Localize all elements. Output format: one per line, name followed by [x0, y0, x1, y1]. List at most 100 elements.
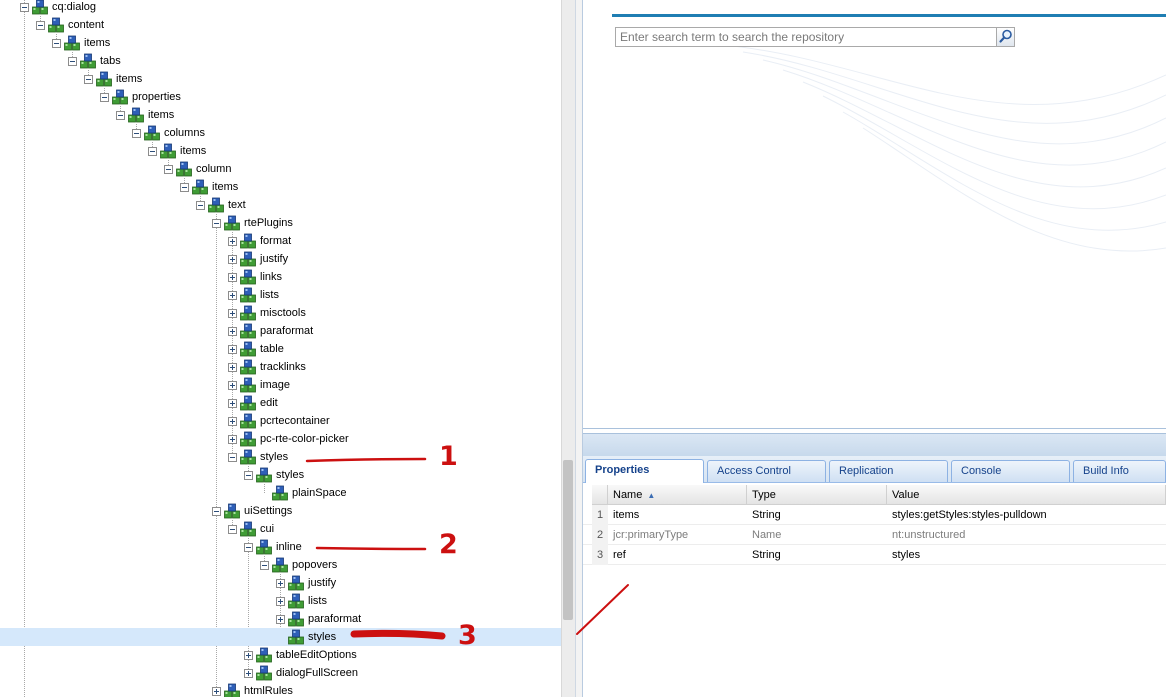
column-header-type[interactable]: Type: [747, 485, 887, 505]
collapse-minus-icon[interactable]: [164, 164, 173, 174]
expand-plus-icon[interactable]: [228, 326, 237, 336]
node-icon: [272, 485, 288, 501]
tree-node-plainspace[interactable]: plainSpace: [260, 484, 346, 502]
tree-node-table[interactable]: table: [228, 340, 284, 358]
expand-plus-icon[interactable]: [228, 398, 237, 408]
column-header-name[interactable]: Name ▲: [608, 485, 747, 505]
tree-scrollbar-thumb[interactable]: [563, 460, 573, 620]
tree-node-dialogfullscreen[interactable]: dialogFullScreen: [244, 664, 358, 682]
collapse-minus-icon[interactable]: [180, 182, 189, 192]
tab-properties[interactable]: Properties: [585, 459, 704, 483]
tree-node-label: image: [260, 379, 290, 391]
search-button[interactable]: [997, 27, 1015, 47]
collapse-minus-icon[interactable]: [52, 38, 61, 48]
tree-node-justify[interactable]: justify: [228, 250, 288, 268]
expand-plus-icon[interactable]: [228, 344, 237, 354]
collapse-minus-icon[interactable]: [84, 74, 93, 84]
tree-node-items[interactable]: items: [148, 142, 206, 160]
collapse-minus-icon[interactable]: [20, 2, 29, 12]
tree-node-justify[interactable]: justify: [276, 574, 336, 592]
expand-plus-icon[interactable]: [228, 272, 237, 282]
collapse-minus-icon[interactable]: [260, 560, 269, 570]
tree-node-tabs[interactable]: tabs: [68, 52, 121, 70]
tab-build-info[interactable]: Build Info: [1073, 460, 1166, 482]
collapse-minus-icon[interactable]: [244, 542, 253, 552]
tree-node-paraformat[interactable]: paraformat: [228, 322, 313, 340]
tab-console[interactable]: Console: [951, 460, 1070, 482]
node-icon: [272, 557, 288, 573]
tree-node-items[interactable]: items: [180, 178, 238, 196]
expand-plus-icon[interactable]: [228, 254, 237, 264]
tree-node-items[interactable]: items: [52, 34, 110, 52]
table-row[interactable]: 2 jcr:primaryType Name nt:unstructured: [583, 525, 1166, 545]
tree-node-columns[interactable]: columns: [132, 124, 205, 142]
collapse-minus-icon[interactable]: [228, 452, 237, 462]
tab-access-control[interactable]: Access Control: [707, 460, 826, 482]
table-row[interactable]: 1 items String styles:getStyles:styles-p…: [583, 505, 1166, 525]
expand-plus-icon[interactable]: [228, 290, 237, 300]
repository-search-input[interactable]: [615, 27, 997, 47]
expand-plus-icon[interactable]: [228, 416, 237, 426]
expand-plus-icon[interactable]: [228, 308, 237, 318]
expand-plus-icon[interactable]: [276, 596, 285, 606]
tree-node-paraformat[interactable]: paraformat: [276, 610, 361, 628]
tree-node-lists[interactable]: lists: [228, 286, 279, 304]
tree-node-styles[interactable]: styles: [0, 628, 561, 646]
tree-node-pc-rte-color-picker[interactable]: pc-rte-color-picker: [228, 430, 349, 448]
panel-collapse-bar[interactable]: [583, 433, 1166, 457]
tree-node-items[interactable]: items: [116, 106, 174, 124]
tree-node-edit[interactable]: edit: [228, 394, 278, 412]
expand-plus-icon[interactable]: [276, 578, 285, 588]
expand-plus-icon[interactable]: [244, 668, 253, 678]
collapse-minus-icon[interactable]: [244, 470, 253, 480]
tree-node-tracklinks[interactable]: tracklinks: [228, 358, 306, 376]
expand-plus-icon[interactable]: [228, 362, 237, 372]
collapse-minus-icon[interactable]: [228, 524, 237, 534]
tree-node-inline[interactable]: inline: [244, 538, 302, 556]
tree-node-misctools[interactable]: misctools: [228, 304, 306, 322]
tab-replication[interactable]: Replication: [829, 460, 948, 482]
tree-node-column[interactable]: column: [164, 160, 231, 178]
tree-node-label: styles: [308, 631, 337, 643]
collapse-minus-icon[interactable]: [116, 110, 125, 120]
collapse-minus-icon[interactable]: [132, 128, 141, 138]
tree-node-format[interactable]: format: [228, 232, 291, 250]
column-header-value[interactable]: Value: [887, 485, 1166, 505]
tree-node-cq:dialog[interactable]: cq:dialog: [20, 0, 96, 16]
tree-node-text[interactable]: text: [196, 196, 246, 214]
collapse-minus-icon[interactable]: [212, 506, 221, 516]
tree-node-tableeditoptions[interactable]: tableEditOptions: [244, 646, 357, 664]
tree-node-lists[interactable]: lists: [276, 592, 327, 610]
tree-node-properties[interactable]: properties: [100, 88, 181, 106]
collapse-minus-icon[interactable]: [100, 92, 109, 102]
tree-node-popovers[interactable]: popovers: [260, 556, 337, 574]
expand-plus-icon[interactable]: [276, 614, 285, 624]
node-icon: [224, 503, 240, 519]
tree-node-pcrtecontainer[interactable]: pcrtecontainer: [228, 412, 330, 430]
tree-node-label: dialogFullScreen: [276, 667, 358, 679]
expand-plus-icon[interactable]: [228, 380, 237, 390]
tree-node-htmlrules[interactable]: htmlRules: [212, 682, 293, 697]
property-type: Name: [752, 529, 782, 541]
expand-plus-icon[interactable]: [228, 434, 237, 444]
expand-plus-icon[interactable]: [228, 236, 237, 246]
panel-splitter[interactable]: [575, 0, 583, 697]
tree-node-label: tabs: [100, 55, 121, 67]
collapse-minus-icon[interactable]: [212, 218, 221, 228]
tree-node-items[interactable]: items: [84, 70, 142, 88]
tree-node-rteplugins[interactable]: rtePlugins: [212, 214, 293, 232]
tree-node-content[interactable]: content: [36, 16, 104, 34]
tree-node-image[interactable]: image: [228, 376, 290, 394]
collapse-minus-icon[interactable]: [196, 200, 205, 210]
expand-plus-icon[interactable]: [244, 650, 253, 660]
tree-node-cui[interactable]: cui: [228, 520, 274, 538]
collapse-minus-icon[interactable]: [36, 20, 45, 30]
tree-node-styles[interactable]: styles: [244, 466, 304, 484]
collapse-minus-icon[interactable]: [148, 146, 157, 156]
collapse-minus-icon[interactable]: [68, 56, 77, 66]
table-row[interactable]: 3 ref String styles: [583, 545, 1166, 565]
tree-node-styles[interactable]: styles: [228, 448, 288, 466]
tree-node-uisettings[interactable]: uiSettings: [212, 502, 292, 520]
expand-plus-icon[interactable]: [212, 686, 221, 696]
tree-node-links[interactable]: links: [228, 268, 282, 286]
